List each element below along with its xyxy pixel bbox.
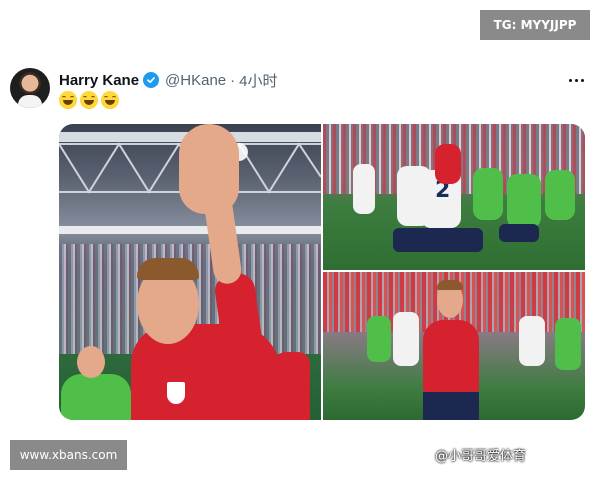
avatar[interactable] — [10, 68, 50, 108]
tweet-header: Harry Kane @HKane · 4小时 — [59, 70, 277, 90]
author-handle[interactable]: @HKane — [165, 72, 226, 89]
grinning-squinting-face-icon — [80, 91, 98, 109]
grinning-squinting-face-icon — [59, 91, 77, 109]
image-source-watermark: @小哥哥爱体育 — [435, 449, 527, 464]
tweet-text — [59, 91, 119, 109]
watermark-bottom: www.xbans.com — [10, 440, 127, 470]
watermark-top-text: TG: MYYJJPP — [493, 18, 577, 32]
media-grid: 2 — [59, 124, 585, 420]
grinning-squinting-face-icon — [101, 91, 119, 109]
photo-kane-celebrating[interactable] — [323, 272, 585, 420]
author-name[interactable]: Harry Kane — [59, 72, 139, 89]
post-time[interactable]: 4小时 — [239, 70, 277, 91]
photo-kane-waving[interactable] — [59, 124, 321, 420]
more-options-icon[interactable] — [562, 70, 590, 90]
photo-team-celebration[interactable]: 2 — [323, 124, 585, 270]
watermark-bottom-text: www.xbans.com — [19, 448, 118, 462]
verified-badge-icon — [143, 72, 160, 88]
separator-dot: · — [230, 71, 236, 89]
watermark-top: TG: MYYJJPP — [480, 10, 590, 40]
